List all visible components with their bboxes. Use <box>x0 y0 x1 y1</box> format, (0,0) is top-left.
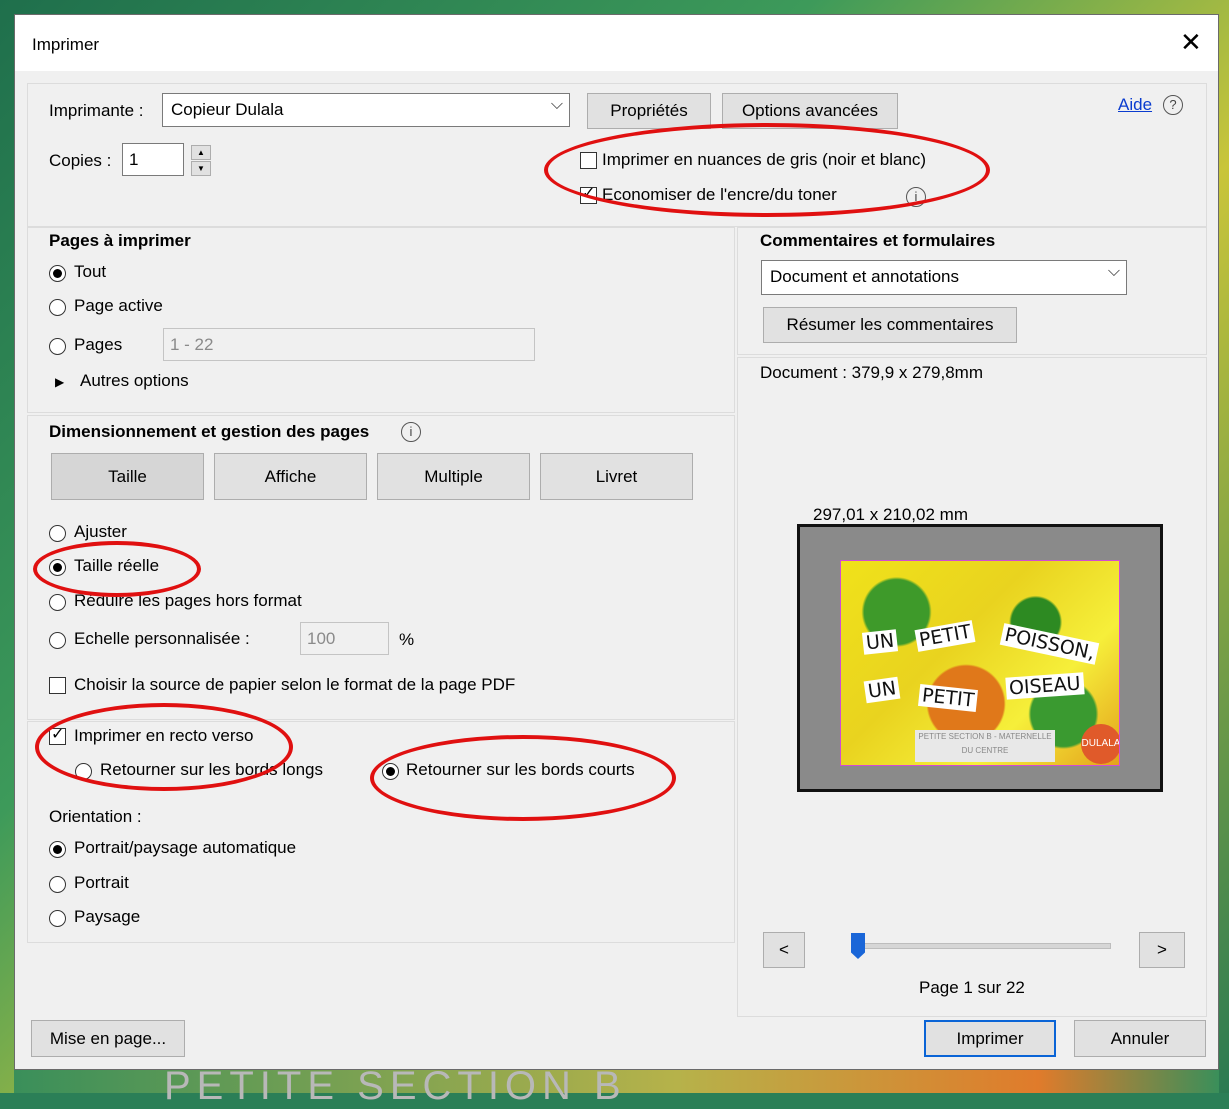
preview-image: UN PETIT POISSON, UN PETIT OISEAU PETITE… <box>840 560 1120 766</box>
previous-page-button[interactable]: < <box>763 932 805 968</box>
checkmark-icon: ✓ <box>51 726 65 743</box>
label-long-edge: Retourner sur les bords longs <box>100 760 324 779</box>
radio-portrait[interactable] <box>49 876 66 893</box>
more-options-label[interactable]: Autres options <box>80 371 189 391</box>
window-title: Imprimer <box>32 35 100 54</box>
preview-word: PETIT <box>918 684 979 712</box>
copies-stepper-up[interactable]: ▲ <box>191 145 211 160</box>
page-size: 297,01 x 210,02 mm <box>813 505 968 524</box>
comments-heading: Commentaires et formulaires <box>760 231 996 250</box>
chevron-down-icon: ⌵ <box>550 96 563 113</box>
duplex-label: Imprimer en recto verso <box>74 726 254 745</box>
label-auto-orientation: Portrait/paysage automatique <box>74 838 297 857</box>
radio-fit[interactable] <box>49 525 66 542</box>
save-ink-checkbox[interactable]: ✓ <box>580 185 597 204</box>
summarize-comments-button[interactable]: Résumer les commentaires <box>763 307 1017 343</box>
label-fit: Ajuster <box>74 522 127 541</box>
label-shrink: Réduire les pages hors format <box>74 591 302 610</box>
radio-short-edge[interactable] <box>382 763 399 780</box>
close-icon[interactable]: ✕ <box>1180 27 1202 57</box>
comments-select-value: Document et annotations <box>770 267 960 286</box>
page-range-value: 1 - 22 <box>170 335 214 354</box>
help-link[interactable]: Aide <box>1118 95 1152 115</box>
label-short-edge: Retourner sur les bords courts <box>406 760 635 779</box>
preview-logo: DULALA <box>1081 724 1119 764</box>
radio-all-pages[interactable] <box>49 265 66 282</box>
preview-word: UN <box>861 629 899 655</box>
preview-caption: PETITE SECTION B - MATERNELLE DU CENTRE <box>915 730 1055 762</box>
duplex-checkbox[interactable]: ✓ <box>49 726 66 745</box>
label-portrait: Portrait <box>74 873 129 892</box>
label-custom-scale: Echelle personnalisée : <box>74 629 250 648</box>
page-range-input[interactable]: 1 - 22 <box>163 328 535 361</box>
radio-actual-size[interactable] <box>49 559 66 576</box>
page-preview: UN PETIT POISSON, UN PETIT OISEAU PETITE… <box>797 524 1163 792</box>
radio-shrink[interactable] <box>49 594 66 611</box>
preview-word: PETIT <box>914 620 976 652</box>
info-icon[interactable]: i <box>906 187 926 207</box>
radio-current-page[interactable] <box>49 299 66 316</box>
print-dialog: Imprimer ✕ Imprimante : Copieur Dulala ⌵… <box>14 14 1219 1070</box>
triangle-right-icon[interactable]: ▶ <box>55 375 64 389</box>
page-slider-track[interactable] <box>853 943 1111 949</box>
page-setup-button[interactable]: Mise en page... <box>31 1020 185 1057</box>
printer-select[interactable]: Copieur Dulala ⌵ <box>162 93 570 127</box>
help-question-icon[interactable]: ? <box>1163 95 1183 115</box>
pages-heading: Pages à imprimer <box>49 231 191 250</box>
grayscale-label: Imprimer en nuances de gris (noir et bla… <box>602 150 927 169</box>
properties-button[interactable]: Propriétés <box>587 93 711 129</box>
chevron-down-icon: ⌵ <box>1107 263 1120 280</box>
tab-booklet[interactable]: Livret <box>540 453 693 500</box>
paper-source-label: Choisir la source de papier selon le for… <box>74 675 516 694</box>
radio-landscape[interactable] <box>49 910 66 927</box>
info-icon[interactable]: i <box>401 422 421 442</box>
percent-label: % <box>399 630 415 649</box>
sizing-heading: Dimensionnement et gestion des pages <box>49 422 370 441</box>
label-actual-size: Taille réelle <box>74 556 160 575</box>
print-button[interactable]: Imprimer <box>924 1020 1056 1057</box>
copies-stepper-down[interactable]: ▼ <box>191 161 211 176</box>
preview-word: POISSON, <box>999 623 1100 665</box>
scale-input[interactable]: 100 <box>300 622 389 655</box>
radio-auto-orientation[interactable] <box>49 841 66 858</box>
grayscale-checkbox[interactable] <box>580 152 597 169</box>
radio-custom-scale[interactable] <box>49 632 66 649</box>
comments-select[interactable]: Document et annotations ⌵ <box>761 260 1127 295</box>
printer-select-value: Copieur Dulala <box>171 100 284 119</box>
label-current-page: Page active <box>74 296 163 315</box>
document-size: Document : 379,9 x 279,8mm <box>760 363 984 382</box>
tab-multiple[interactable]: Multiple <box>377 453 530 500</box>
title-bar: Imprimer ✕ <box>15 15 1218 71</box>
background-text: PETITE SECTION B <box>164 1064 627 1108</box>
page-indicator: Page 1 sur 22 <box>919 978 1025 997</box>
label-page-range: Pages <box>74 335 123 354</box>
copies-input[interactable]: 1 <box>122 143 184 176</box>
copies-label: Copies : <box>49 151 112 170</box>
checkmark-icon: ✓ <box>582 185 596 202</box>
label-all-pages: Tout <box>74 262 107 281</box>
save-ink-label: Economiser de l'encre/du toner <box>602 185 837 204</box>
tab-size[interactable]: Taille <box>51 453 204 500</box>
printer-label: Imprimante : <box>49 101 144 120</box>
next-page-button[interactable]: > <box>1139 932 1185 968</box>
copies-input-value: 1 <box>129 150 139 169</box>
cancel-button[interactable]: Annuler <box>1074 1020 1206 1057</box>
background-artwork-strip: PETITE SECTION B <box>14 1064 1219 1108</box>
radio-long-edge[interactable] <box>75 763 92 780</box>
label-landscape: Paysage <box>74 907 141 926</box>
tab-poster[interactable]: Affiche <box>214 453 367 500</box>
advanced-options-button[interactable]: Options avancées <box>722 93 898 129</box>
paper-source-checkbox[interactable] <box>49 677 66 694</box>
preview-word: UN <box>863 676 901 704</box>
preview-word: OISEAU <box>1005 672 1085 700</box>
scale-value: 100 <box>307 629 336 648</box>
radio-page-range[interactable] <box>49 338 66 355</box>
orientation-heading: Orientation : <box>49 807 142 826</box>
